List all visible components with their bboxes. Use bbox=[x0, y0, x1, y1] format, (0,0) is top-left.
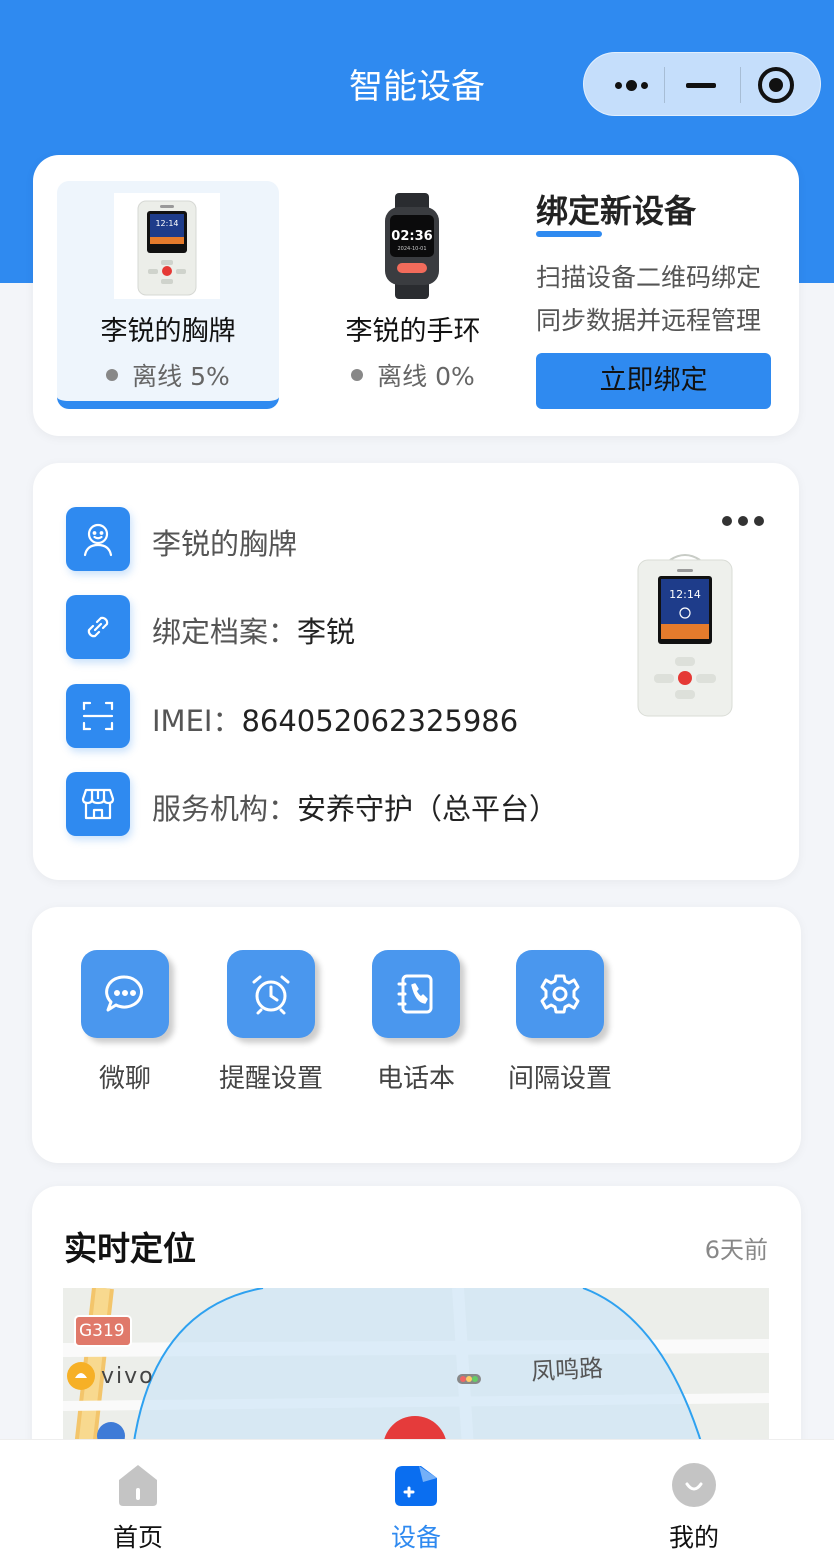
fn-phonebook[interactable]: 电话本 bbox=[351, 950, 481, 1094]
map-road-code: G319 bbox=[79, 1321, 125, 1341]
phonebook-icon bbox=[372, 950, 460, 1038]
profile-icon bbox=[672, 1463, 716, 1507]
fn-reminder[interactable]: 提醒设置 bbox=[206, 950, 336, 1094]
gear-icon bbox=[516, 950, 604, 1038]
minimize-button[interactable] bbox=[686, 83, 716, 88]
tab-home[interactable]: 首页 bbox=[38, 1440, 238, 1566]
bind-now-button[interactable]: 立即绑定 bbox=[536, 353, 771, 409]
tab-profile[interactable]: 我的 bbox=[594, 1440, 794, 1566]
offline-dot-icon bbox=[106, 369, 119, 381]
bind-panel-title: 绑定新设备 bbox=[536, 192, 697, 230]
map-road-label: 凤鸣路 bbox=[530, 1354, 604, 1386]
device-status: 离线 0% bbox=[302, 357, 524, 393]
offline-dot-icon bbox=[351, 369, 364, 381]
fn-interval-label: 间隔设置 bbox=[507, 1064, 612, 1094]
organization-text: 服务机构：安养守护（总平台） bbox=[152, 792, 559, 826]
home-icon bbox=[119, 1465, 157, 1506]
mini-program-capsule bbox=[583, 52, 821, 116]
title-underline bbox=[536, 231, 602, 237]
svg-text:02:36: 02:36 bbox=[391, 229, 432, 244]
location-title: 实时定位 bbox=[64, 1229, 196, 1268]
map-poi-label: vivo bbox=[101, 1364, 155, 1389]
bottom-tab-bar: 首页 设备 我的 bbox=[0, 1439, 834, 1566]
svg-text:12:14: 12:14 bbox=[155, 219, 178, 228]
bind-description-1: 扫描设备二维码绑定 bbox=[536, 263, 762, 292]
device-name: 李锐的胸牌 bbox=[100, 316, 236, 347]
chat-icon bbox=[81, 950, 169, 1038]
device-tab-band[interactable]: 02:36 2024-10-01 李锐的手环 离线 0% bbox=[302, 181, 524, 409]
alarm-clock-icon bbox=[227, 950, 315, 1038]
tab-profile-label: 我的 bbox=[668, 1523, 719, 1552]
profile-text: 绑定档案：李锐 bbox=[152, 615, 356, 649]
fn-chat-label: 微聊 bbox=[98, 1064, 151, 1094]
close-miniprogram-button[interactable] bbox=[758, 67, 794, 103]
more-options-button[interactable] bbox=[594, 53, 674, 117]
link-icon bbox=[66, 595, 130, 659]
device-tab-badge[interactable]: 12:14 李锐的胸牌 离线 5% bbox=[57, 181, 279, 409]
device-folder-icon bbox=[395, 1466, 437, 1506]
location-map[interactable]: G319 vivo 凤鸣路 bbox=[63, 1288, 769, 1448]
device-photo: 12:14 bbox=[637, 554, 733, 717]
tab-home-label: 首页 bbox=[112, 1523, 163, 1552]
band-device-image: 02:36 2024-10-01 bbox=[385, 193, 439, 299]
tab-devices-label: 设备 bbox=[390, 1523, 441, 1552]
device-status: 离线 5% bbox=[57, 357, 279, 393]
fn-chat[interactable]: 微聊 bbox=[60, 950, 190, 1094]
svg-text:2024-10-01: 2024-10-01 bbox=[397, 246, 426, 252]
fn-interval[interactable]: 间隔设置 bbox=[495, 950, 625, 1094]
svg-text:12:14: 12:14 bbox=[669, 588, 701, 601]
person-icon bbox=[66, 507, 130, 571]
store-icon bbox=[66, 772, 130, 836]
tab-devices[interactable]: 设备 bbox=[316, 1440, 516, 1566]
scan-icon bbox=[66, 684, 130, 748]
more-actions-button[interactable] bbox=[722, 511, 770, 530]
device-name: 李锐的手环 bbox=[345, 316, 481, 347]
imei-text: IMEI：864052062325986 bbox=[152, 704, 519, 738]
badge-device-image: 12:14 bbox=[114, 193, 220, 299]
device-name-text: 李锐的胸牌 bbox=[152, 527, 298, 561]
location-time: 6天前 bbox=[704, 1236, 768, 1264]
bind-description-2: 同步数据并远程管理 bbox=[536, 306, 762, 335]
